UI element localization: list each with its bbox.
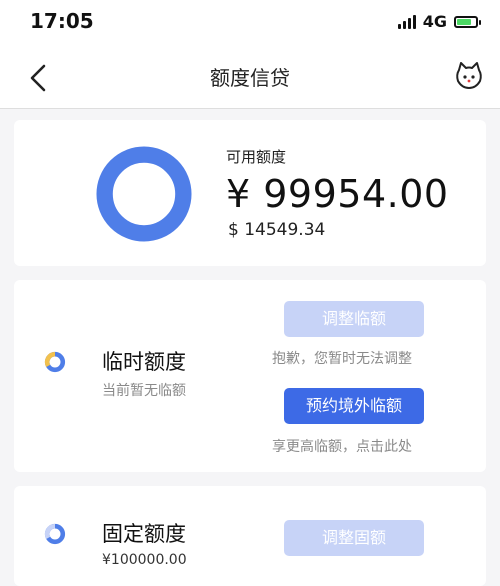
fixed-quota-ring-icon <box>44 523 66 545</box>
available-quota-amount: ¥ 99954.00 <box>226 172 449 216</box>
page-title: 额度信贷 <box>210 66 290 90</box>
status-indicators: 4G <box>397 12 481 31</box>
temp-quota-status: 当前暂无临额 <box>102 383 186 399</box>
cat-icon[interactable] <box>454 60 484 90</box>
temp-quota-ring-icon <box>44 351 66 373</box>
status-bar: 17:05 4G <box>0 0 500 44</box>
fixed-quota-card: 固定额度 ¥100000.00 调整固额 <box>14 486 486 586</box>
temp-quota-title: 临时额度 <box>102 350 186 374</box>
fixed-quota-title: 固定额度 <box>102 522 186 546</box>
status-time: 17:05 <box>30 9 94 33</box>
battery-icon <box>454 15 481 28</box>
adjust-fixed-quota-button[interactable]: 调整固额 <box>284 520 424 556</box>
available-quota-usd: $ 14549.34 <box>228 220 326 240</box>
network-type: 4G <box>422 12 447 31</box>
quota-ring-icon <box>96 146 192 242</box>
signal-icon <box>397 14 416 29</box>
available-quota-label: 可用额度 <box>226 148 287 166</box>
reserve-overseas-quota-button[interactable]: 预约境外临额 <box>284 388 424 424</box>
temp-quota-card: 临时额度 当前暂无临额 调整临额 抱歉，您暂时无法调整 预约境外临额 享更高临额… <box>14 280 486 472</box>
nav-bar: 额度信贷 <box>0 44 500 109</box>
fixed-quota-amount: ¥100000.00 <box>102 552 187 568</box>
reserve-hint: 享更高临额，点击此处 <box>272 439 412 455</box>
adjust-temp-quota-button[interactable]: 调整临额 <box>284 301 424 337</box>
adjust-unavailable-hint: 抱歉，您暂时无法调整 <box>272 351 412 367</box>
balance-card: 可用额度 ¥ 99954.00 $ 14549.34 <box>14 120 486 266</box>
